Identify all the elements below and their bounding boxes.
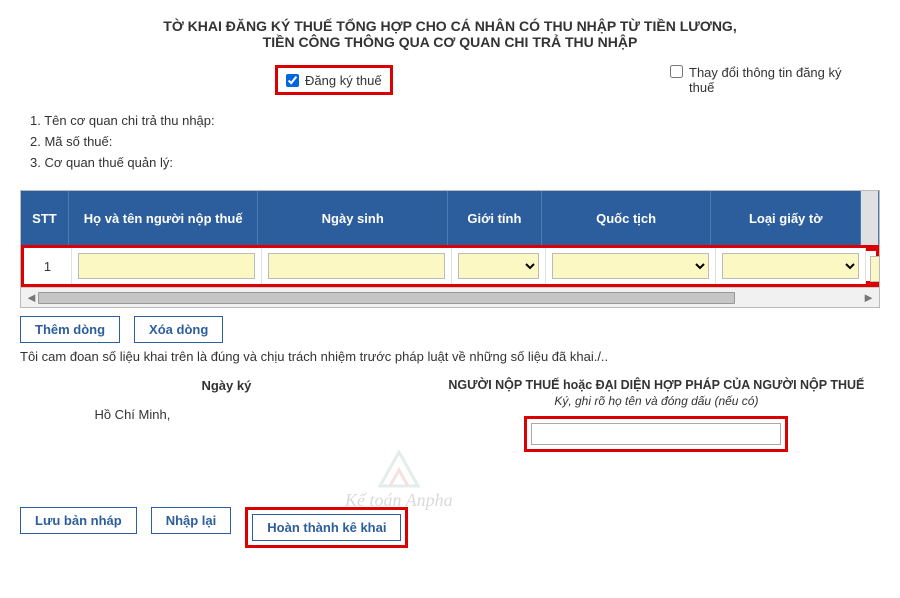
name-input[interactable] — [78, 253, 255, 279]
nation-select[interactable] — [552, 253, 709, 279]
watermark-logo-icon — [376, 450, 422, 490]
change-info-checkbox-wrap[interactable]: Thay đổi thông tin đăng ký thuế — [670, 65, 850, 95]
title-line-1: TỜ KHAI ĐĂNG KÝ THUẾ TỔNG HỢP CHO CÁ NHÂ… — [20, 18, 880, 34]
register-tax-checkbox-wrap[interactable]: Đăng ký thuế — [275, 65, 393, 95]
rep-signature-box — [524, 416, 788, 452]
cell-stt: 1 — [24, 248, 72, 284]
doc-select[interactable] — [722, 253, 859, 279]
complete-button[interactable]: Hoàn thành kê khai — [252, 514, 401, 541]
rep-subtitle: Ký, ghi rõ họ tên và đóng dấu (nếu có) — [433, 394, 880, 408]
reset-button[interactable]: Nhập lại — [151, 507, 232, 534]
data-table: STT Họ và tên người nộp thuế Ngày sinh G… — [20, 190, 880, 308]
watermark: Kế toán Anpha — [345, 450, 453, 511]
info-lines: 1. Tên cơ quan chi trả thu nhập: 2. Mã s… — [30, 113, 880, 170]
sign-date-value — [178, 403, 358, 425]
sign-date-label: Ngày ký — [20, 378, 433, 393]
dob-input[interactable] — [268, 253, 445, 279]
delete-row-button[interactable]: Xóa dòng — [134, 316, 223, 343]
rep-title: NGƯỜI NỘP THUẾ hoặc ĐẠI DIỆN HỢP PHÁP CỦ… — [433, 378, 880, 392]
signature-area: Ngày ký Hồ Chí Minh, NGƯỜI NỘP THUẾ hoặc… — [20, 378, 880, 452]
checkbox-row: Đăng ký thuế Thay đổi thông tin đăng ký … — [20, 65, 880, 95]
complete-highlight: Hoàn thành kê khai — [245, 507, 408, 548]
city-label: Hồ Chí Minh, — [94, 407, 170, 422]
page-title: TỜ KHAI ĐĂNG KÝ THUẾ TỔNG HỢP CHO CÁ NHÂ… — [20, 18, 880, 50]
commitment-text: Tôi cam đoan số liệu khai trên là đúng v… — [20, 349, 880, 364]
info-line-1: 1. Tên cơ quan chi trả thu nhập: — [30, 113, 880, 128]
change-info-checkbox[interactable] — [670, 65, 683, 78]
col-gender: Giới tính — [448, 191, 542, 245]
scroll-left-icon[interactable]: ◄ — [25, 290, 38, 305]
representative-block: NGƯỜI NỘP THUẾ hoặc ĐẠI DIỆN HỢP PHÁP CỦ… — [433, 378, 880, 452]
table-row: 1 — [21, 245, 879, 287]
col-doc: Loại giấy tờ — [711, 191, 861, 245]
rep-signature-input[interactable] — [531, 423, 781, 445]
title-line-2: TIỀN CÔNG THÔNG QUA CƠ QUAN CHI TRẢ THU … — [20, 34, 880, 50]
save-draft-button[interactable]: Lưu bản nháp — [20, 507, 137, 534]
register-tax-label: Đăng ký thuế — [305, 73, 382, 88]
scroll-thumb[interactable] — [38, 292, 735, 304]
info-line-3: 3. Cơ quan thuế quản lý: — [30, 155, 880, 170]
col-name: Họ và tên người nộp thuế — [69, 191, 259, 245]
gender-select[interactable] — [458, 253, 539, 279]
sign-date-block: Ngày ký Hồ Chí Minh, — [20, 378, 433, 452]
cell-overflow — [866, 248, 879, 284]
info-line-2: 2. Mã số thuế: — [30, 134, 880, 149]
table-header: STT Họ và tên người nộp thuế Ngày sinh G… — [21, 191, 879, 245]
bottom-buttons: Lưu bản nháp Nhập lại Hoàn thành kê khai — [20, 507, 880, 548]
horizontal-scrollbar[interactable]: ◄ ► — [21, 287, 879, 307]
change-info-label: Thay đổi thông tin đăng ký thuế — [689, 65, 850, 95]
scroll-right-icon[interactable]: ► — [862, 290, 875, 305]
col-stt: STT — [21, 191, 69, 245]
add-row-button[interactable]: Thêm dòng — [20, 316, 120, 343]
col-nation: Quốc tịch — [542, 191, 712, 245]
row-buttons: Thêm dòng Xóa dòng — [20, 316, 880, 343]
col-dob: Ngày sinh — [258, 191, 448, 245]
vertical-scrollbar[interactable] — [861, 191, 879, 245]
register-tax-checkbox[interactable] — [286, 74, 299, 87]
